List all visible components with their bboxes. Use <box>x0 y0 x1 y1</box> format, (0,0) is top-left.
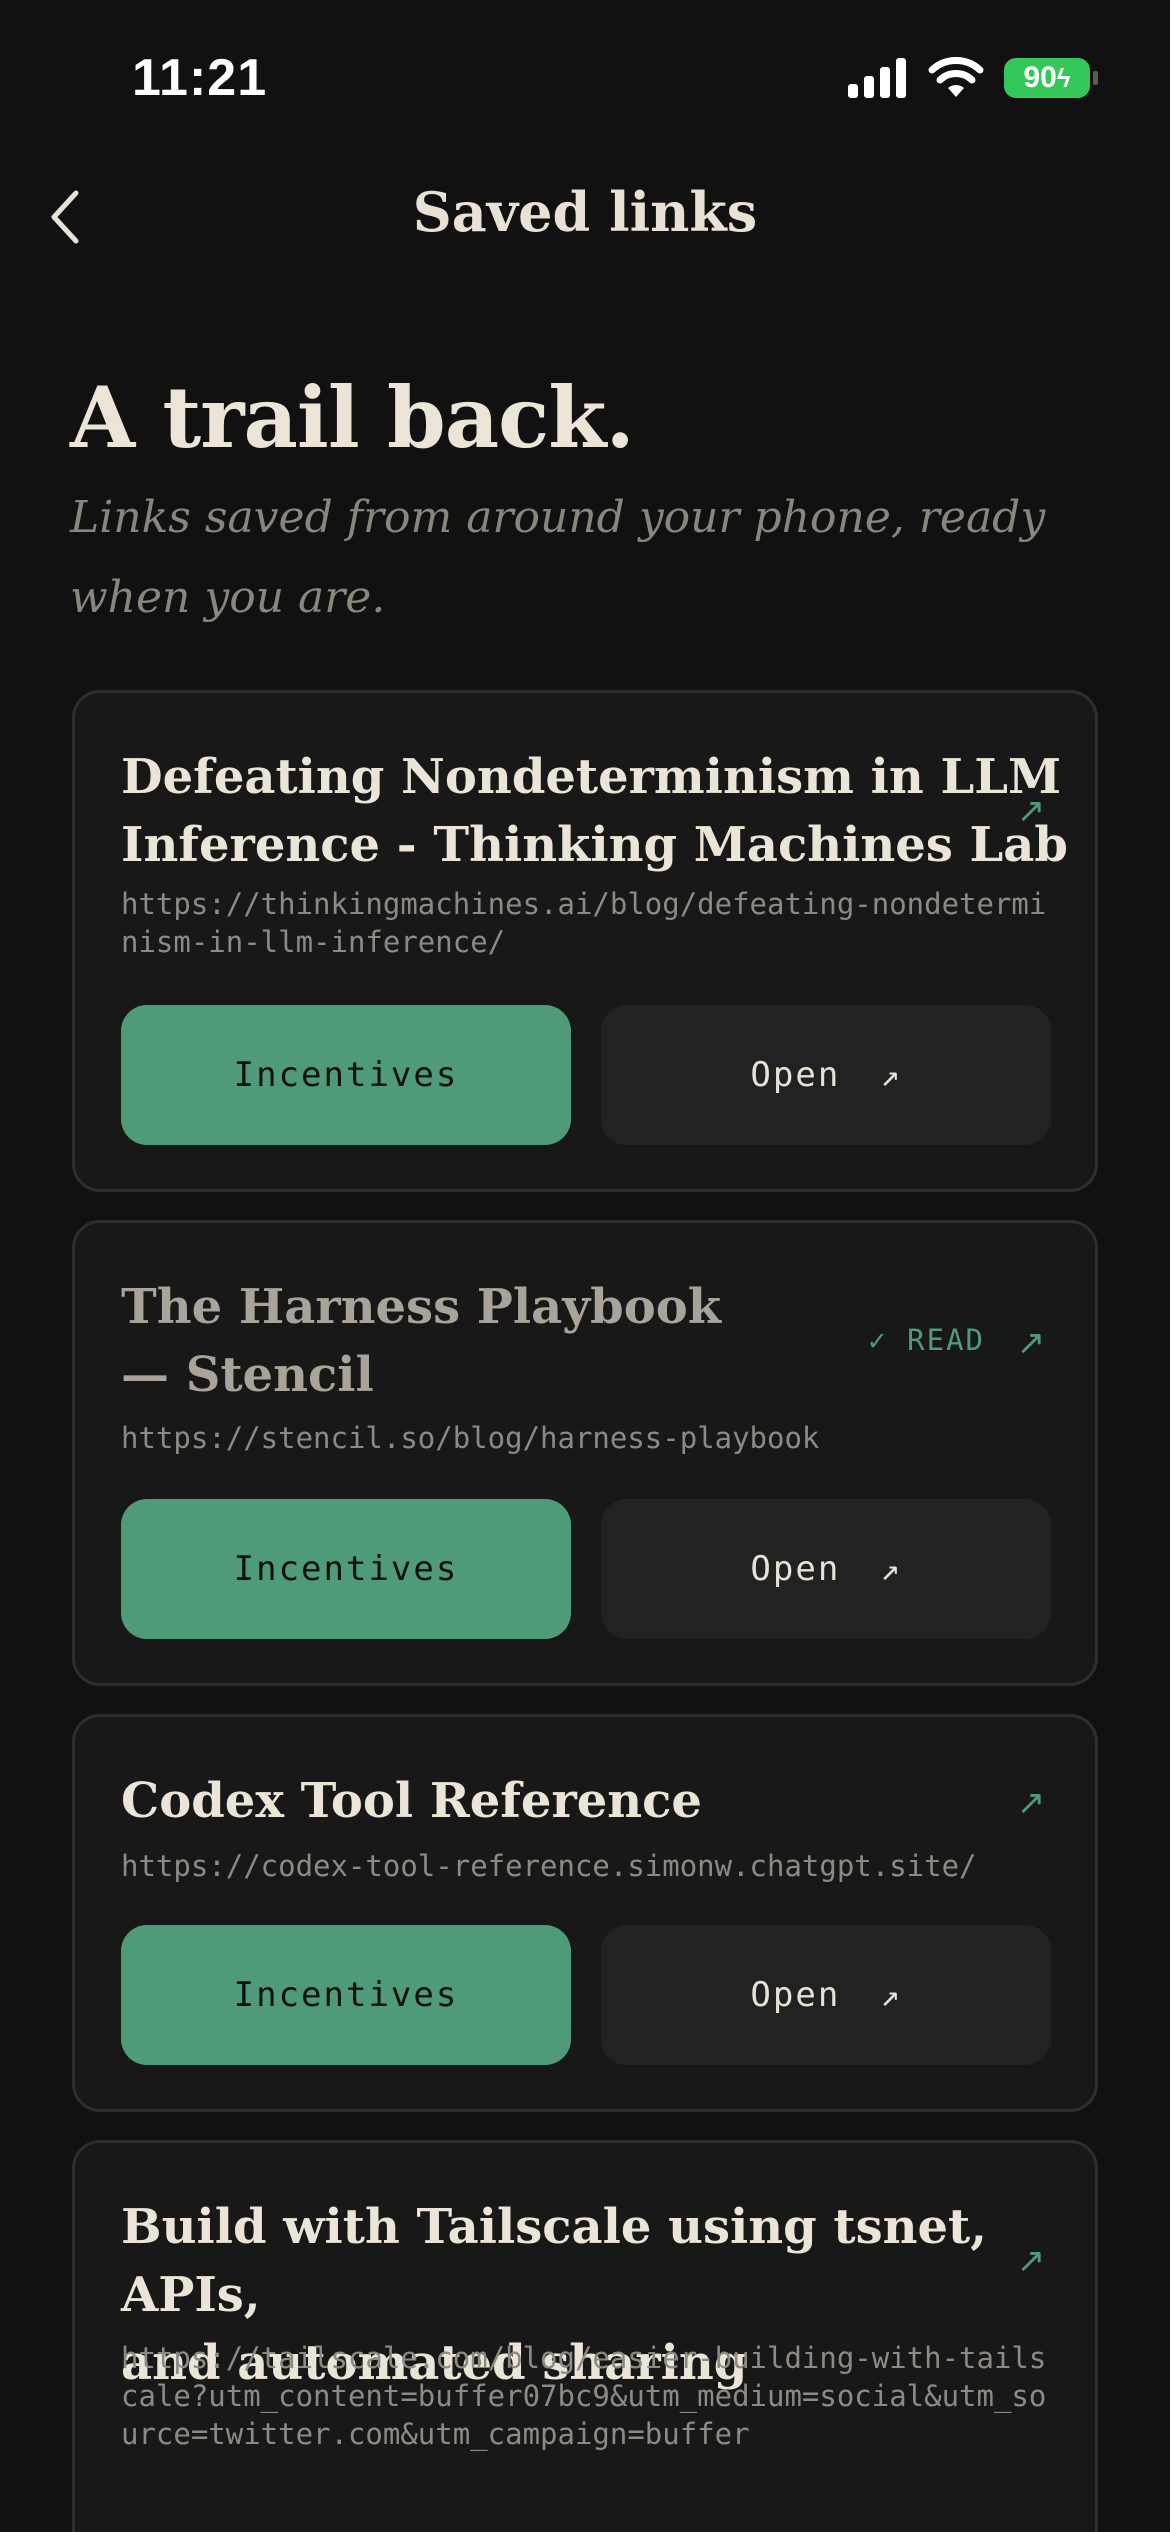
link-title-line: Defeating Nondeterminism in LLM <box>121 749 1062 805</box>
incentives-button-label: Incentives <box>233 1055 459 1095</box>
status-icons: 90 ϟ <box>848 56 1098 100</box>
link-card[interactable]: The Harness Playbook — Stencil ✓ READ ↗ … <box>72 1220 1098 1686</box>
arrow-up-right-icon: ↗ <box>880 1056 902 1094</box>
link-card[interactable]: Codex Tool Reference ↗ https://codex-too… <box>72 1714 1098 2112</box>
link-url: https://tailscale.com/blog/easier-buildi… <box>121 2341 1047 2451</box>
read-badge: ✓ READ <box>868 1323 985 1357</box>
arrow-up-right-icon[interactable]: ↗ <box>1013 791 1049 831</box>
arrow-up-right-icon[interactable]: ↗ <box>1013 2241 1049 2281</box>
arrow-up-right-icon[interactable]: ↗ <box>1013 1323 1049 1363</box>
link-title-line: — Stencil <box>121 1347 374 1403</box>
open-button[interactable]: Open ↗ <box>601 1925 1051 2065</box>
link-title: Defeating Nondeterminism in LLM Inferenc… <box>121 743 1068 879</box>
open-button[interactable]: Open ↗ <box>601 1499 1051 1639</box>
status-bar: 11:21 90 ϟ <box>0 0 1170 150</box>
link-card[interactable]: Build with Tailscale using tsnet, APIs, … <box>72 2140 1098 2532</box>
incentives-button[interactable]: Incentives <box>121 1499 571 1639</box>
link-title-line: Inference - Thinking Machines Lab <box>121 817 1068 873</box>
link-card[interactable]: Defeating Nondeterminism in LLM Inferenc… <box>72 690 1098 1192</box>
page-title: Saved links <box>412 180 758 244</box>
open-button-label: Open <box>750 1975 841 2015</box>
charging-bolt-icon: ϟ <box>1056 62 1071 93</box>
link-url: https://stencil.so/blog/harness-playbook <box>121 1421 820 1455</box>
arrow-up-right-icon: ↗ <box>880 1976 902 2014</box>
status-time: 11:21 <box>132 49 268 107</box>
open-button[interactable]: Open ↗ <box>601 1005 1051 1145</box>
link-title-line: The Harness Playbook <box>121 1279 721 1335</box>
link-url: https://thinkingmachines.ai/blog/defeati… <box>121 887 1047 959</box>
incentives-button[interactable]: Incentives <box>121 1925 571 2065</box>
open-button-label: Open <box>750 1055 841 1095</box>
arrow-up-right-icon: ↗ <box>880 1550 902 1588</box>
link-title-line: Build with Tailscale using tsnet, APIs, <box>121 2199 987 2323</box>
link-title-line: Codex Tool Reference <box>121 1773 702 1829</box>
wifi-icon <box>928 57 984 97</box>
incentives-button-label: Incentives <box>233 1975 459 2015</box>
link-url: https://codex-tool-reference.simonw.chat… <box>121 1849 977 1883</box>
open-button-label: Open <box>750 1549 841 1589</box>
battery-level: 90 <box>1023 61 1057 94</box>
incentives-button-label: Incentives <box>233 1549 459 1589</box>
cellular-signal-icon <box>848 58 906 98</box>
hero-title: A trail back. <box>70 368 635 467</box>
incentives-button[interactable]: Incentives <box>121 1005 571 1145</box>
navigation-bar: Saved links <box>0 170 1170 260</box>
link-title: Codex Tool Reference <box>121 1767 702 1835</box>
battery-indicator: 90 ϟ <box>1004 58 1098 98</box>
arrow-up-right-icon[interactable]: ↗ <box>1013 1783 1049 1823</box>
hero-subtitle: Links saved from around your phone, read… <box>70 492 1046 623</box>
link-title: The Harness Playbook — Stencil <box>121 1273 721 1409</box>
